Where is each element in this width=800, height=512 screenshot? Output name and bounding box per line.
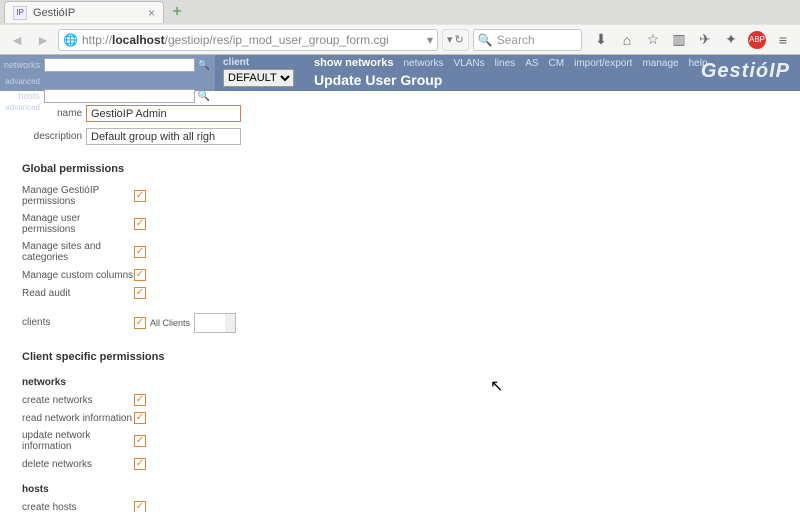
description-input[interactable]: [86, 128, 241, 145]
nav-help[interactable]: help: [689, 58, 708, 69]
tab-title: GestióIP: [33, 7, 142, 19]
bookmark-icon[interactable]: ☆: [642, 29, 664, 51]
library-icon[interactable]: ▥: [668, 29, 690, 51]
perm-label: Manage sites and categories: [22, 241, 134, 263]
reload-button[interactable]: ▾ ↻: [442, 29, 469, 51]
search-icon: 🔍: [478, 33, 493, 47]
menu-icon[interactable]: ≡: [772, 29, 794, 51]
nav-cm[interactable]: CM: [549, 58, 565, 69]
hosts-search-input[interactable]: [44, 89, 195, 103]
downloads-icon[interactable]: ⬇: [590, 29, 612, 51]
perm-checkbox[interactable]: [134, 269, 146, 281]
browser-chrome: IP GestióIP × + ◄ ► 🌐 http://localhost/g…: [0, 0, 800, 55]
perm-checkbox[interactable]: [134, 435, 146, 447]
app-header: networks 🔍 advanced hosts 🔍 advanced cli…: [0, 55, 800, 91]
name-label: name: [22, 108, 82, 119]
nav-importexport[interactable]: import/export: [574, 58, 632, 69]
browser-search[interactable]: 🔍 Search: [473, 29, 582, 51]
perm-label: Read audit: [22, 288, 134, 299]
group-hosts-list: create hosts read host information updat…: [22, 501, 778, 512]
description-label: description: [22, 131, 82, 142]
networks-search-icon[interactable]: 🔍: [198, 60, 210, 71]
name-input[interactable]: [86, 105, 241, 122]
client-specific-title: Client specific permissions: [22, 351, 778, 363]
new-tab-button[interactable]: +: [166, 3, 188, 21]
tab-bar: IP GestióIP × +: [0, 0, 800, 24]
networks-search-label: networks: [4, 60, 42, 70]
perm-checkbox[interactable]: [134, 246, 146, 258]
global-permissions-list: Manage GestióIP permissions Manage user …: [22, 185, 778, 333]
perm-label: Manage user permissions: [22, 213, 134, 235]
group-networks-title: networks: [22, 377, 778, 388]
nav-as[interactable]: AS: [525, 58, 538, 69]
tab-close-icon[interactable]: ×: [148, 6, 155, 20]
back-button[interactable]: ◄: [6, 29, 28, 51]
show-networks-link[interactable]: show networks: [314, 57, 393, 69]
perm-checkbox[interactable]: [134, 412, 146, 424]
top-nav: show networks networks VLANs lines AS CM…: [314, 57, 792, 69]
url-text: http://localhost/gestioip/res/ip_mod_use…: [82, 33, 423, 47]
all-clients-label: All Clients: [150, 318, 190, 328]
perm-checkbox[interactable]: [134, 190, 146, 202]
group-networks-list: create networks read network information…: [22, 394, 778, 470]
clients-multiselect[interactable]: [194, 313, 236, 333]
global-permissions-title: Global permissions: [22, 163, 778, 175]
perm-checkbox[interactable]: [134, 218, 146, 230]
client-select[interactable]: DEFAULT: [223, 69, 294, 87]
quick-search-panel: networks 🔍 advanced hosts 🔍 advanced: [0, 55, 215, 91]
nav-networks[interactable]: networks: [403, 58, 443, 69]
form-area: name description Global permissions Mana…: [0, 91, 800, 512]
hosts-search-icon[interactable]: 🔍: [198, 91, 210, 102]
perm-label: Manage GestióIP permissions: [22, 185, 134, 207]
perm-label: create hosts: [22, 502, 134, 512]
url-bar[interactable]: 🌐 http://localhost/gestioip/res/ip_mod_u…: [58, 29, 438, 51]
forward-button[interactable]: ►: [32, 29, 54, 51]
networks-advanced-link[interactable]: advanced: [4, 77, 42, 86]
abp-icon[interactable]: ABP: [746, 29, 768, 51]
client-label: client: [223, 57, 249, 68]
all-clients-checkbox[interactable]: [134, 317, 146, 329]
perm-checkbox[interactable]: [134, 394, 146, 406]
page-title: Update User Group: [314, 72, 792, 88]
perm-label: Manage custom columns: [22, 270, 134, 281]
tab-favicon-icon: IP: [13, 6, 27, 20]
nav-lines[interactable]: lines: [495, 58, 516, 69]
browser-tab[interactable]: IP GestióIP ×: [4, 1, 164, 23]
perm-label: update network information: [22, 430, 134, 452]
page: networks 🔍 advanced hosts 🔍 advanced cli…: [0, 55, 800, 512]
networks-search-input[interactable]: [44, 58, 195, 72]
url-dropdown-icon[interactable]: ▾: [427, 33, 433, 47]
globe-icon: 🌐: [63, 33, 78, 47]
toolbar-right-icons: ⬇ ⌂ ☆ ▥ ✈ ✦ ABP ≡: [590, 29, 794, 51]
addon-icon[interactable]: ✦: [720, 29, 742, 51]
home-icon[interactable]: ⌂: [616, 29, 638, 51]
hosts-search-label: hosts: [4, 91, 42, 101]
chevron-down-icon: ▾: [447, 33, 453, 46]
send-icon[interactable]: ✈: [694, 29, 716, 51]
perm-label: create networks: [22, 395, 134, 406]
clients-label: clients: [22, 317, 134, 328]
perm-checkbox[interactable]: [134, 501, 146, 512]
perm-checkbox[interactable]: [134, 458, 146, 470]
perm-label: delete networks: [22, 459, 134, 470]
nav-manage[interactable]: manage: [642, 58, 678, 69]
perm-label: read network information: [22, 413, 134, 424]
group-hosts-title: hosts: [22, 484, 778, 495]
search-placeholder: Search: [497, 33, 535, 47]
browser-toolbar: ◄ ► 🌐 http://localhost/gestioip/res/ip_m…: [0, 24, 800, 54]
nav-vlans[interactable]: VLANs: [453, 58, 484, 69]
perm-checkbox[interactable]: [134, 287, 146, 299]
reload-icon: ↻: [455, 33, 464, 46]
client-selector: client DEFAULT: [223, 57, 294, 87]
